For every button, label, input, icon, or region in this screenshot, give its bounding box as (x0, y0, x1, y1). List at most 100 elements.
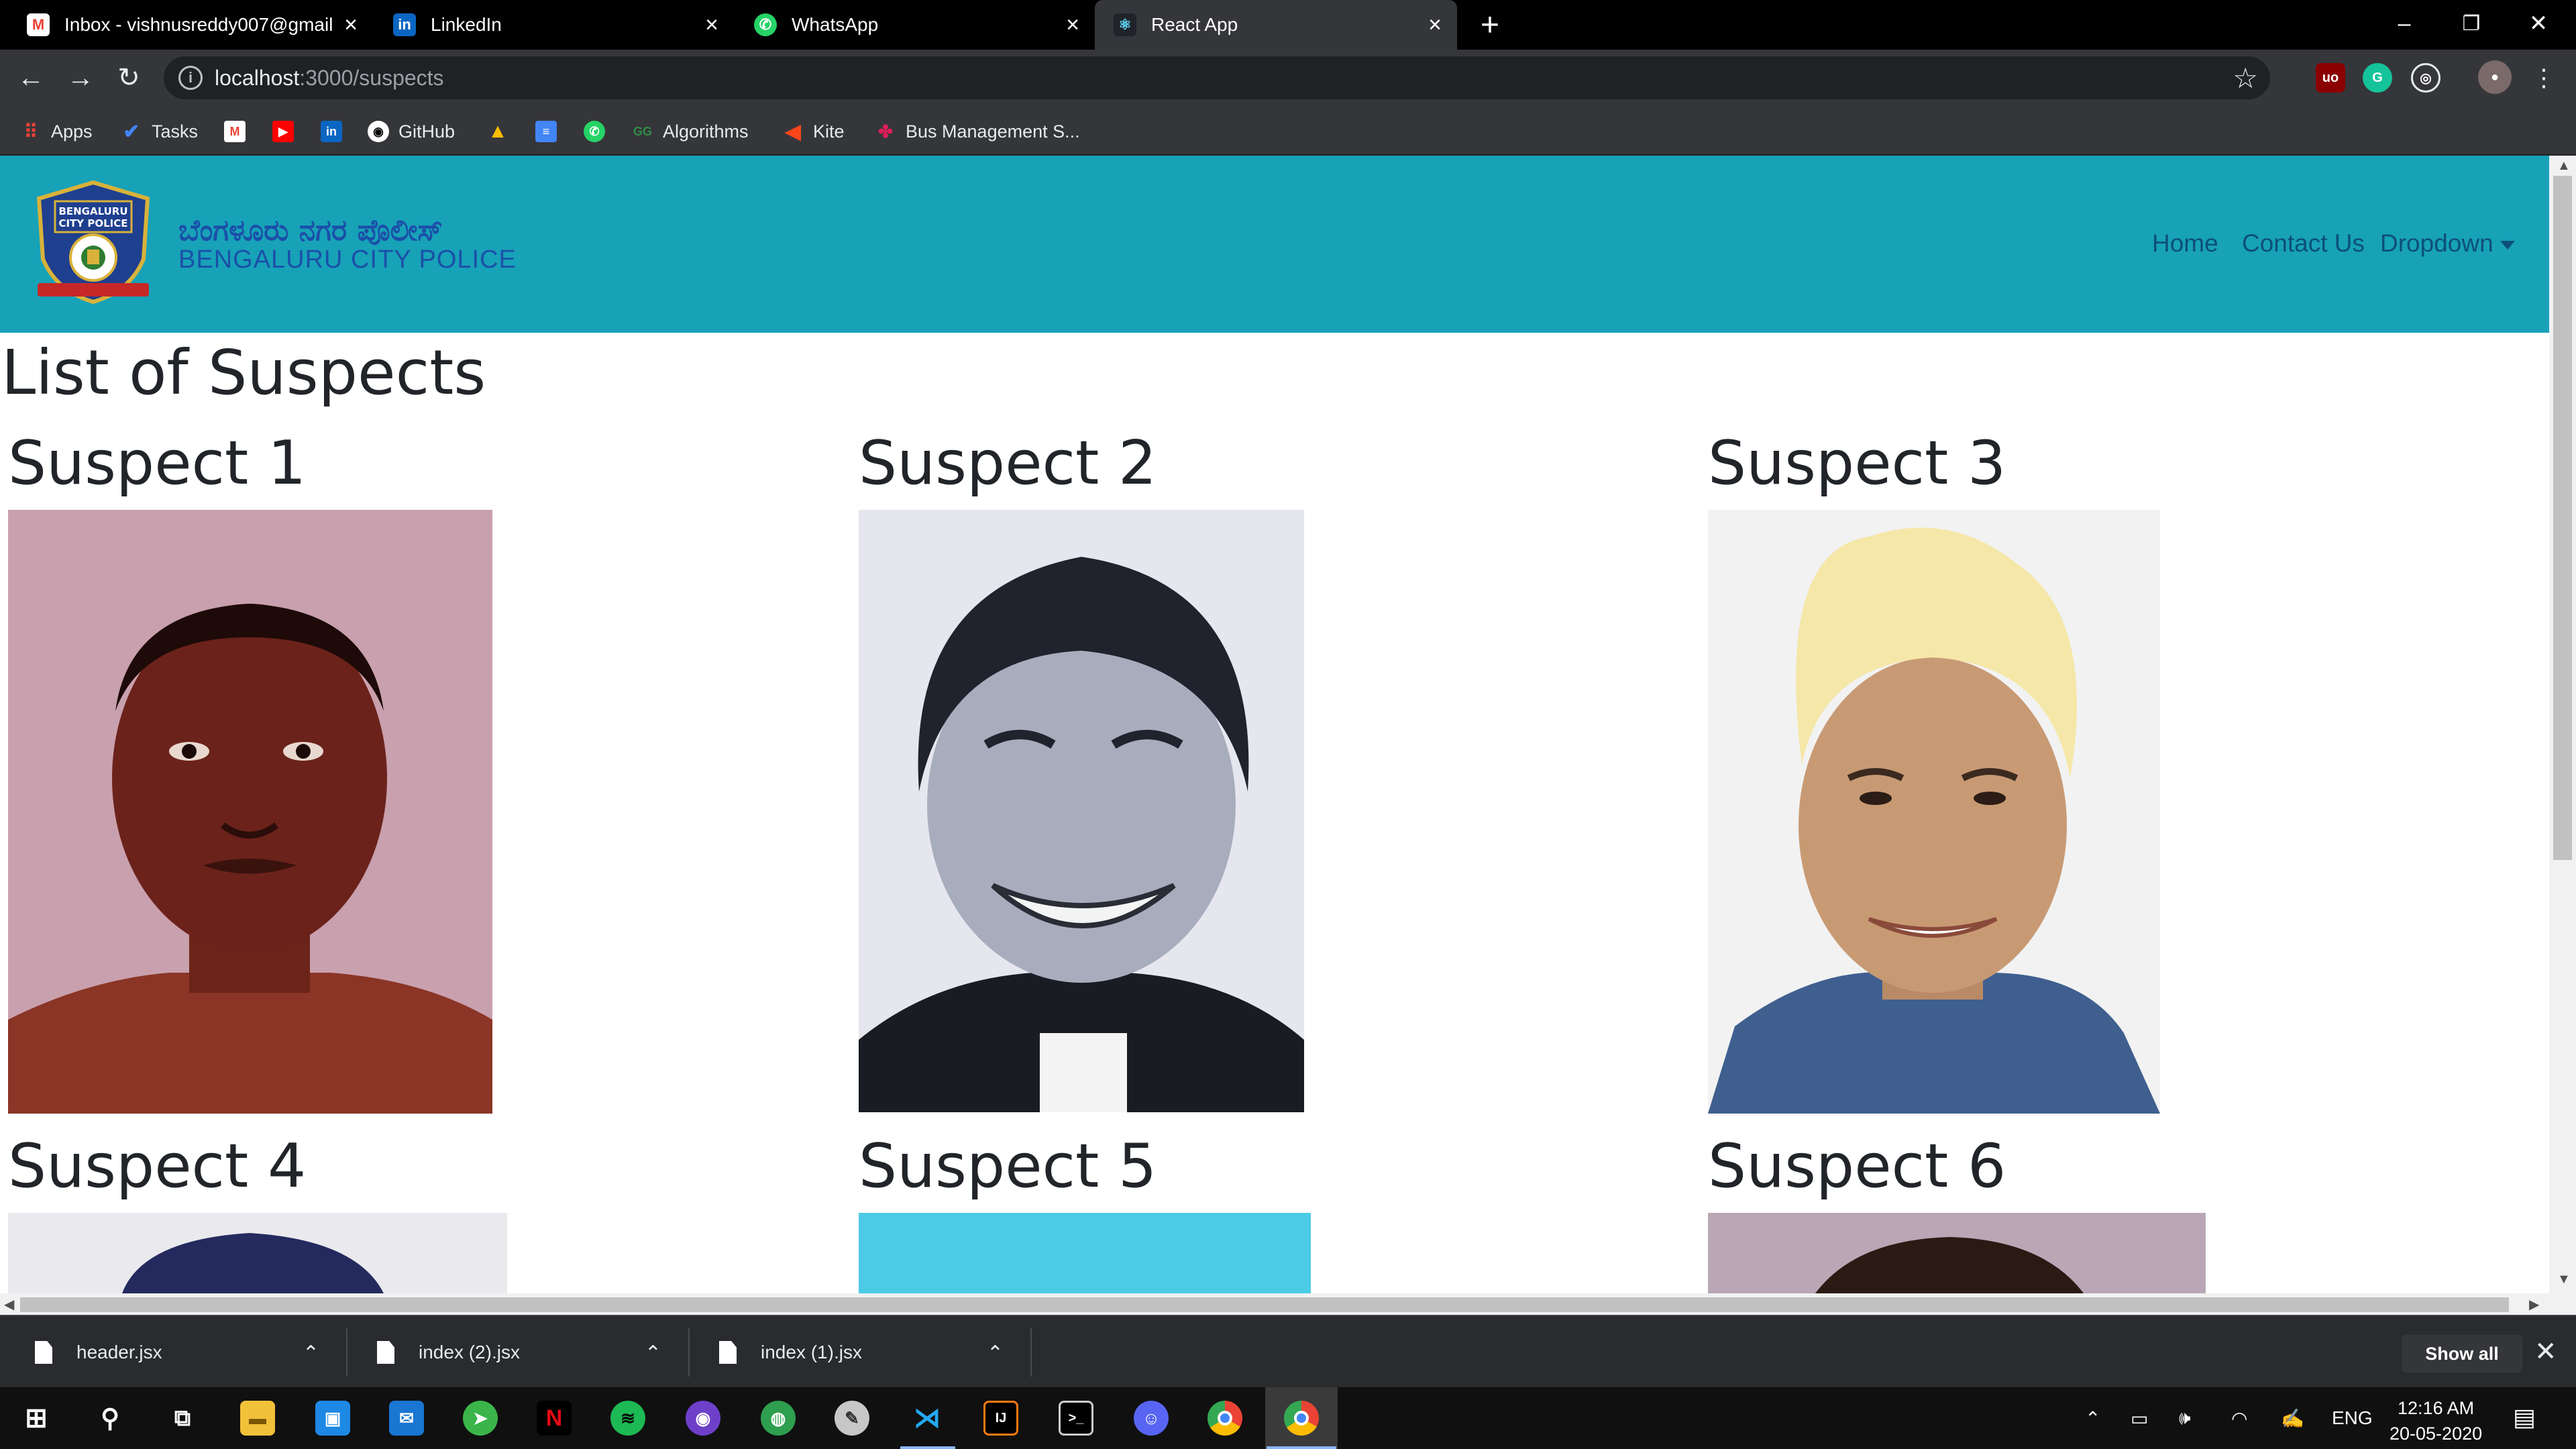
menu-dots-icon[interactable]: ⋮ (2526, 60, 2561, 95)
download-item[interactable]: index (2).jsx ⌃ (349, 1316, 688, 1389)
horizontal-scroll-thumb[interactable] (20, 1297, 2509, 1312)
search-icon[interactable]: ⚲ (93, 1401, 127, 1436)
chevron-up-icon[interactable]: ⌃ (987, 1342, 1004, 1365)
terminal-icon[interactable]: >_ (1059, 1401, 1093, 1436)
close-icon[interactable]: × (1061, 12, 1084, 38)
bookmark-tasks[interactable]: ✔ Tasks (121, 118, 198, 145)
google-drive-icon: ▲ (488, 120, 508, 142)
task-view-icon[interactable]: ⧉ (165, 1401, 200, 1436)
suspect-title-1: Suspect 1 (8, 428, 307, 498)
close-icon[interactable]: × (700, 12, 723, 38)
suspect-title-5: Suspect 5 (859, 1131, 1157, 1201)
bookmark-drive[interactable]: ▲ (487, 118, 518, 145)
intellij-icon[interactable]: IJ (983, 1401, 1018, 1436)
mail-icon[interactable]: ✉ (389, 1401, 424, 1436)
forward-arrow-icon[interactable]: → (63, 60, 98, 95)
bookmark-gmail[interactable]: M (224, 118, 255, 145)
extension-target-icon[interactable]: ◎ (2411, 63, 2440, 93)
tasks-check-icon: ✔ (123, 120, 140, 143)
netflix-icon[interactable]: N (537, 1401, 572, 1436)
close-icon[interactable]: × (339, 12, 362, 38)
close-icon[interactable]: × (1424, 12, 1446, 38)
scroll-up-icon[interactable]: ▲ (2557, 158, 2571, 174)
nav-contact-link[interactable]: Contact Us (2242, 229, 2365, 258)
file-explorer-icon[interactable]: ▬ (240, 1401, 275, 1436)
remote-desktop-icon[interactable]: ▣ (315, 1401, 350, 1436)
bookmark-apps[interactable]: ⠿ Apps (20, 118, 93, 145)
language-indicator[interactable]: ENG (2332, 1407, 2373, 1429)
download-item[interactable]: header.jsx ⌃ (0, 1316, 346, 1389)
vscode-icon[interactable]: ⋊ (910, 1401, 945, 1436)
tab-gmail[interactable]: M Inbox - vishnusreddy007@gmail. × (0, 0, 373, 50)
discord-icon[interactable]: ☺ (1134, 1401, 1169, 1436)
police-badge-logo[interactable]: BENGALURU CITY POLICE (30, 178, 157, 306)
show-all-button[interactable]: Show all (2402, 1335, 2522, 1373)
site-info-icon[interactable]: i (178, 66, 203, 90)
brand-english[interactable]: BENGALURU CITY POLICE (178, 246, 517, 274)
wifi-icon[interactable]: ◠ (2231, 1407, 2247, 1430)
vertical-scrollbar[interactable]: ▲ ▼ (2549, 156, 2576, 1293)
bookmark-kite[interactable]: ◀ Kite (782, 118, 844, 145)
chevron-up-icon[interactable]: ⌃ (303, 1342, 319, 1365)
chrome-active-icon[interactable] (1284, 1401, 1319, 1436)
system-clock[interactable]: 12:16 AM 20-05-2020 (2390, 1395, 2482, 1446)
tab-react-app[interactable]: ⚛ React App × (1095, 0, 1457, 50)
minimize-button[interactable]: – (2371, 0, 2438, 47)
avatar[interactable]: ● (2478, 60, 2512, 94)
windows-start-icon[interactable]: ⊞ (19, 1401, 54, 1436)
battery-icon[interactable]: ▭ (2131, 1407, 2148, 1430)
ublock-icon[interactable]: uo (2316, 63, 2345, 93)
grammarly-icon[interactable]: G (2363, 63, 2392, 93)
network-globe-icon[interactable]: ◍ (761, 1401, 796, 1436)
scroll-left-icon[interactable]: ◀ (4, 1296, 14, 1313)
google-docs-icon: ≡ (535, 121, 557, 142)
suspect-photo-3 (1708, 510, 2160, 1114)
clock-time: 12:16 AM (2398, 1398, 2475, 1418)
suspect-photo-4 (8, 1213, 507, 1293)
horizontal-scrollbar[interactable]: ◀ ▶ (0, 1293, 2576, 1315)
bookmark-star-icon[interactable]: ☆ (2233, 62, 2258, 95)
bookmark-whatsapp[interactable]: ✆ (584, 118, 614, 145)
bookmark-youtube[interactable]: ▶ (272, 118, 303, 145)
file-icon (719, 1341, 737, 1364)
spotify-icon[interactable]: ≋ (610, 1401, 645, 1436)
windows-taskbar: ⊞ ⚲ ⧉ ▬ ▣ ✉ ➤ N ≋ ◉ ◍ ✎ ⋊ IJ >_ ☺ ⌃ ▭ 🕪 … (0, 1387, 2576, 1449)
tab-whatsapp[interactable]: ✆ WhatsApp × (734, 0, 1095, 50)
scroll-down-icon[interactable]: ▼ (2557, 1272, 2571, 1287)
bookmark-linkedin[interactable]: in (321, 118, 352, 145)
telegram-icon[interactable]: ➤ (463, 1401, 498, 1436)
bookmark-algorithms[interactable]: GG Algorithms (632, 118, 749, 145)
youtube-icon: ▶ (272, 121, 294, 142)
url-text[interactable]: localhost:3000/suspects (215, 66, 444, 91)
restore-button[interactable]: ❐ (2438, 0, 2505, 47)
chrome-icon[interactable] (1208, 1401, 1242, 1436)
paint-icon[interactable]: ✎ (835, 1401, 869, 1436)
nav-home-link[interactable]: Home (2152, 229, 2218, 258)
nav-dropdown-toggle[interactable]: Dropdown (2380, 229, 2515, 258)
bookmark-docs[interactable]: ≡ (535, 118, 566, 145)
chevron-up-icon[interactable]: ⌃ (2085, 1407, 2100, 1430)
suspect-photo-6 (1708, 1213, 2206, 1293)
apps-grid-icon: ⠿ (23, 121, 38, 142)
vertical-scroll-thumb[interactable] (2553, 176, 2572, 860)
bookmark-bus-management[interactable]: ✤ Bus Management S... (875, 118, 1080, 145)
scroll-right-icon[interactable]: ▶ (2529, 1296, 2539, 1313)
download-item[interactable]: index (1).jsx ⌃ (691, 1316, 1030, 1389)
reload-icon[interactable]: ↻ (111, 60, 146, 95)
whatsapp-icon: ✆ (584, 121, 605, 142)
close-icon[interactable]: ✕ (2534, 1336, 2557, 1367)
chevron-up-icon[interactable]: ⌃ (645, 1342, 661, 1365)
volume-icon[interactable]: 🕪 (2179, 1407, 2191, 1430)
address-bar[interactable]: i localhost:3000/suspects ☆ (164, 56, 2270, 99)
notification-icon[interactable]: ▤ (2513, 1403, 2536, 1432)
site-navbar: BENGALURU CITY POLICE ಬೆಂಗಳೂರು ನಗರ ಪೊಲೀಸ… (0, 156, 2549, 333)
tab-linkedin[interactable]: in LinkedIn × (373, 0, 734, 50)
back-arrow-icon[interactable]: ← (13, 60, 48, 95)
pen-icon[interactable]: ✍ (2281, 1407, 2304, 1430)
github-desktop-icon[interactable]: ◉ (686, 1401, 720, 1436)
window-close-button[interactable]: ✕ (2505, 0, 2572, 47)
bookmark-github[interactable]: ◉ GitHub (368, 118, 455, 145)
new-tab-button[interactable]: + (1473, 7, 1507, 43)
file-icon (377, 1341, 394, 1364)
brand-kannada[interactable]: ಬೆಂಗಳೂರು ನಗರ ಪೊಲೀಸ್ (178, 213, 443, 248)
